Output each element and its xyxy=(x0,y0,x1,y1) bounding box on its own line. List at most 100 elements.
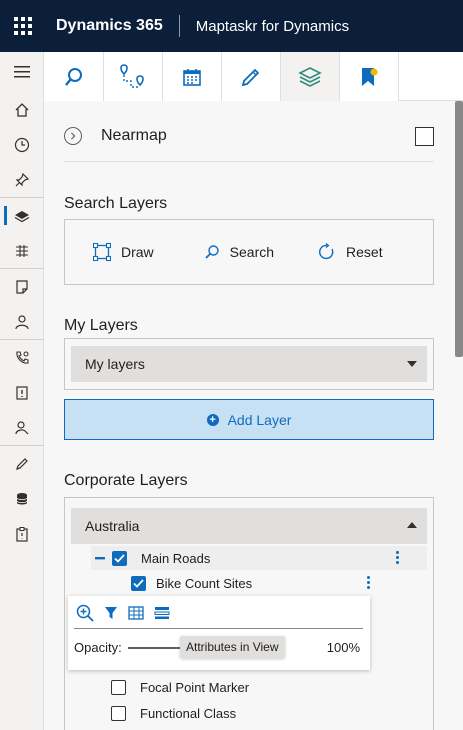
nav-menu-toggle[interactable] xyxy=(0,52,44,92)
layer-row-focal-point-marker: Focal Point Marker xyxy=(111,675,427,699)
nav-pinned[interactable] xyxy=(0,162,44,197)
calendar-icon xyxy=(183,68,201,86)
tool-tabs xyxy=(44,52,463,101)
app-name[interactable]: Dynamics 365 xyxy=(46,17,179,35)
tab-bookmarks[interactable] xyxy=(339,52,398,101)
section-divider xyxy=(64,161,434,162)
reset-label: Reset xyxy=(346,244,383,260)
nav-tasks[interactable] xyxy=(0,516,44,551)
home-icon xyxy=(15,102,29,117)
my-layers-selected-value: My layers xyxy=(85,356,145,372)
panel-scrollbar[interactable] xyxy=(454,101,463,730)
person-icon xyxy=(15,314,29,329)
draw-shape-icon xyxy=(93,243,111,261)
toolbar-empty-area xyxy=(398,52,463,100)
layers-icon xyxy=(298,66,322,87)
functional-class-checkbox[interactable] xyxy=(111,705,126,721)
popover-divider xyxy=(74,628,363,629)
legend-icon[interactable] xyxy=(154,606,170,620)
nearmap-row: Nearmap xyxy=(64,127,434,146)
tab-search[interactable] xyxy=(44,52,103,101)
layer-row-main-roads: Main Roads xyxy=(91,546,427,570)
tab-routing[interactable] xyxy=(103,52,162,101)
group-australia[interactable]: Australia xyxy=(71,508,427,544)
app-launcher-button[interactable] xyxy=(0,0,46,52)
layer-row-functional-class: Functional Class xyxy=(111,701,427,725)
nav-layers[interactable] xyxy=(0,198,44,233)
add-circle-icon: + xyxy=(206,413,219,426)
search-icon xyxy=(205,245,219,259)
route-icon xyxy=(120,63,144,88)
pencil-icon xyxy=(16,457,28,470)
add-layer-button[interactable]: + Add Layer xyxy=(64,399,434,440)
bike-count-sites-more-button[interactable] xyxy=(367,576,370,589)
main-roads-label: Main Roads xyxy=(141,550,211,566)
top-bar: Dynamics 365 Maptaskr for Dynamics xyxy=(0,0,463,52)
scrollbar-thumb[interactable] xyxy=(455,101,463,357)
group-label: Australia xyxy=(85,518,140,534)
layers-icon xyxy=(14,210,30,222)
nav-data[interactable] xyxy=(0,481,44,516)
nav-contacts[interactable] xyxy=(0,304,44,339)
add-layer-label: Add Layer xyxy=(227,411,292,428)
collapse-minus-icon[interactable] xyxy=(95,553,105,563)
attributes-in-view-tooltip: Attributes in View xyxy=(180,636,285,658)
focal-point-marker-checkbox[interactable] xyxy=(111,679,126,695)
reset-button[interactable]: Reset xyxy=(318,243,383,261)
nav-cases[interactable] xyxy=(0,375,44,410)
zoom-to-layer-icon[interactable] xyxy=(76,604,94,622)
draw-label: Draw xyxy=(121,244,154,260)
checkmark-icon xyxy=(133,578,144,588)
chevron-up-icon xyxy=(407,522,417,528)
search-layers-title: Search Layers xyxy=(64,195,168,212)
note-icon xyxy=(16,279,28,294)
reset-icon xyxy=(319,243,334,260)
filter-icon[interactable] xyxy=(104,606,118,620)
database-icon xyxy=(16,492,28,504)
search-icon xyxy=(64,67,82,86)
nav-home[interactable] xyxy=(0,92,44,127)
tab-schedule[interactable] xyxy=(162,52,221,101)
nav-recent[interactable] xyxy=(0,127,44,162)
functional-class-label: Functional Class xyxy=(140,705,237,721)
app-subtitle[interactable]: Maptaskr for Dynamics xyxy=(180,18,349,35)
nav-calls[interactable] xyxy=(0,340,44,375)
chevron-down-icon xyxy=(407,361,417,367)
left-nav xyxy=(0,52,44,730)
clipboard-icon xyxy=(16,526,28,542)
network-icon xyxy=(16,244,28,257)
my-layers-dropdown[interactable]: My layers xyxy=(71,346,427,382)
bike-count-sites-checkbox[interactable] xyxy=(131,575,146,591)
opacity-label: Opacity: xyxy=(74,640,122,655)
search-button[interactable]: Search xyxy=(204,244,274,260)
my-layers-title: My Layers xyxy=(64,317,138,334)
nav-notes[interactable] xyxy=(0,269,44,304)
tab-layers[interactable] xyxy=(280,52,339,101)
search-label: Search xyxy=(229,244,275,260)
search-layers-box: Draw Search Reset xyxy=(64,219,434,285)
nearmap-checkbox[interactable] xyxy=(415,127,434,146)
layer-row-bike-count-sites: Bike Count Sites xyxy=(131,571,427,595)
expand-nearmap-button[interactable] xyxy=(64,127,82,145)
phone-settings-icon xyxy=(16,350,29,364)
person-search-icon xyxy=(15,420,29,434)
tab-draw[interactable] xyxy=(221,52,280,101)
recent-clock-icon xyxy=(14,137,30,152)
pin-icon xyxy=(15,172,30,186)
chevron-right-icon xyxy=(71,132,76,140)
nav-lookup[interactable] xyxy=(0,410,44,445)
pencil-icon xyxy=(241,68,260,86)
main-roads-checkbox[interactable] xyxy=(112,550,127,566)
opacity-value: 100% xyxy=(326,640,360,655)
nav-edit[interactable] xyxy=(0,446,44,481)
main-roads-more-button[interactable] xyxy=(396,551,399,564)
table-icon[interactable] xyxy=(128,606,144,620)
draw-button[interactable]: Draw xyxy=(93,243,154,261)
layer-actions xyxy=(76,604,170,622)
focal-point-marker-label: Focal Point Marker xyxy=(140,679,250,695)
checkmark-icon xyxy=(114,553,125,563)
alert-document-icon xyxy=(16,385,28,400)
waffle-icon xyxy=(14,17,32,35)
nav-network[interactable] xyxy=(0,233,44,268)
corporate-layers-title: Corporate Layers xyxy=(64,472,188,489)
